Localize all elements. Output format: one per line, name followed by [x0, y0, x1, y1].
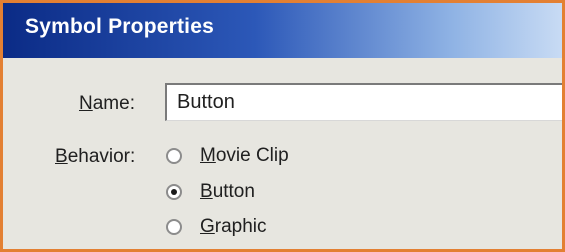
radio-label-movie-clip: Movie Clip — [200, 145, 289, 167]
radio-option-movie-clip[interactable]: Movie Clip — [166, 141, 289, 171]
radio-access-key: G — [200, 216, 215, 237]
name-label-rest: ame: — [92, 93, 135, 114]
name-label: Name: — [79, 93, 135, 115]
radio-button-button[interactable] — [166, 184, 182, 200]
behavior-label: Behavior: — [55, 146, 135, 168]
radio-button-graphic[interactable] — [166, 219, 182, 235]
name-label-access-key: N — [79, 93, 93, 114]
radio-label-rest: utton — [212, 181, 255, 202]
dialog-title: Symbol Properties — [25, 15, 214, 38]
radio-access-key: M — [200, 145, 216, 166]
radio-label-rest: raphic — [214, 216, 267, 237]
dialog-body: Name: Button Behavior: Movie Clip Button… — [3, 58, 562, 249]
radio-label-rest: ovie Clip — [215, 145, 289, 166]
behavior-label-rest: ehavior: — [67, 146, 136, 167]
radio-access-key: B — [200, 181, 213, 202]
behavior-label-access-key: B — [55, 146, 68, 167]
dialog-titlebar[interactable]: Symbol Properties — [3, 3, 562, 58]
radio-label-button: Button — [200, 181, 255, 203]
radio-option-graphic[interactable]: Graphic — [166, 212, 267, 242]
name-input[interactable]: Button — [165, 83, 562, 121]
radio-label-graphic: Graphic — [200, 216, 267, 238]
radio-button-movie-clip[interactable] — [166, 148, 182, 164]
symbol-properties-dialog: Symbol Properties Name: Button Behavior:… — [0, 0, 565, 252]
radio-option-button[interactable]: Button — [166, 177, 255, 207]
